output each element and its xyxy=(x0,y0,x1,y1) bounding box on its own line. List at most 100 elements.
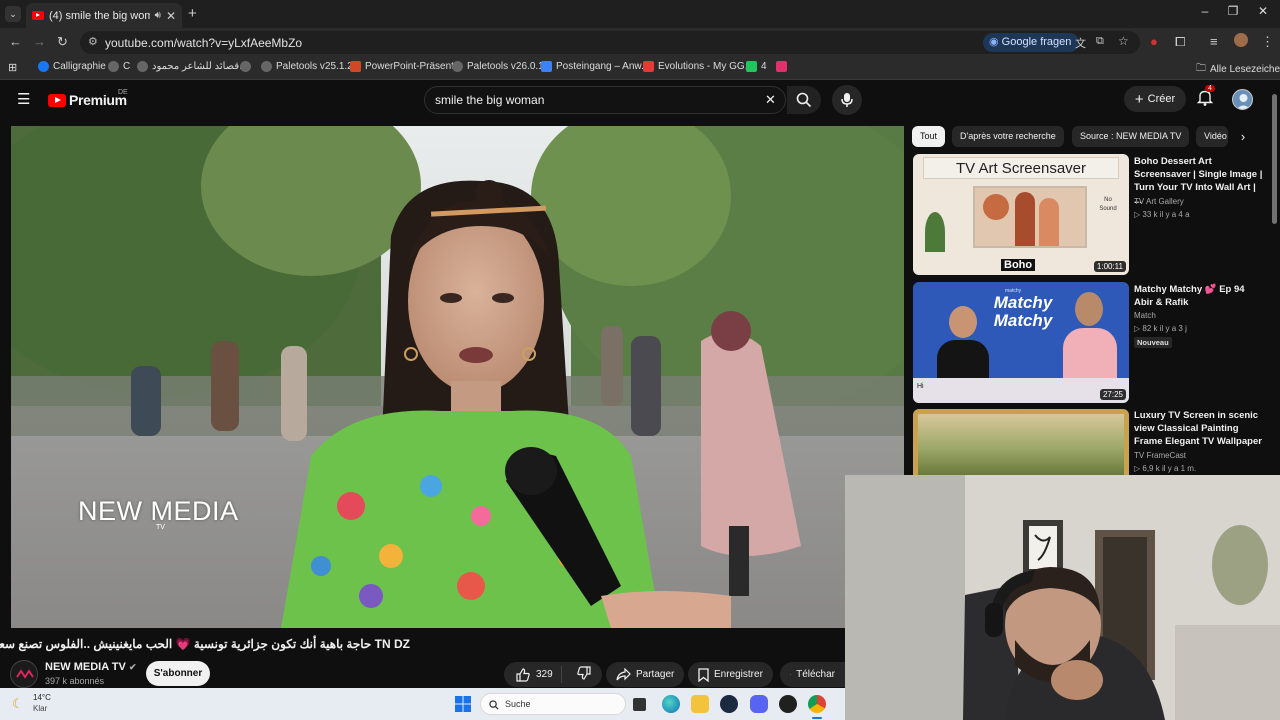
chip-source[interactable]: Source : NEW MEDIA TV xyxy=(1072,126,1190,147)
like-button[interactable]: 329 xyxy=(504,666,562,683)
google-fragen-button[interactable]: ◉ Google fragen xyxy=(983,33,1080,52)
globe-icon xyxy=(240,61,251,72)
forward-arrow-icon[interactable]: → xyxy=(33,34,46,49)
recommendation-meta-3: ▷ 6,9 k il y a 1 m. xyxy=(1134,464,1197,473)
search-box[interactable]: smile the big woman ✕ xyxy=(424,86,786,114)
task-view-icon[interactable] xyxy=(633,698,646,711)
weather-temperature[interactable]: 14°C xyxy=(33,693,51,702)
tab-search-button[interactable]: ⌄ xyxy=(5,6,21,22)
search-button[interactable] xyxy=(787,86,821,114)
windows-taskbar: ☾ 14°C Klar Suche xyxy=(0,688,845,720)
search-icon xyxy=(796,92,812,108)
close-tab-icon[interactable]: ✕ xyxy=(166,9,176,23)
youtube-header: ☰ Premium DE smile the big woman ✕ + Cré… xyxy=(0,80,1268,120)
chip-next-button[interactable]: › xyxy=(1228,126,1258,148)
chrome-icon[interactable] xyxy=(808,695,826,713)
voice-search-button[interactable] xyxy=(832,85,862,115)
puzzle-icon[interactable]: ⧠ xyxy=(1175,34,1185,50)
video-frame xyxy=(11,126,904,628)
recommendation-channel-1[interactable]: TV Art Gallery xyxy=(1134,197,1184,206)
browser-tab-active[interactable]: (4) smile the big woman - Y 🔊︎ ✕ xyxy=(26,3,182,28)
hamburger-menu-icon[interactable]: ☰ xyxy=(17,90,30,108)
bookmark-10[interactable] xyxy=(776,61,787,72)
restore-button[interactable]: ❐ xyxy=(1222,4,1244,24)
scrollbar-thumb[interactable] xyxy=(1272,94,1277,224)
thumb-corner-text: Hi xyxy=(917,383,924,390)
bookmark-6[interactable]: Paletools v26.0.12 xyxy=(452,61,549,72)
edge-icon[interactable] xyxy=(662,695,680,713)
save-button[interactable]: Enregistrer xyxy=(688,662,773,687)
bookmark-5[interactable]: PowerPoint-Präsent... xyxy=(350,61,462,72)
address-bar[interactable]: ⚙ youtube.com/watch?v=yLxfAeeMbZo ◉ Goog… xyxy=(80,31,1140,54)
bookmark-star-icon[interactable]: ☆ xyxy=(1118,34,1129,48)
bookmark-2[interactable]: قصائد للشاعر محمود... xyxy=(137,61,247,72)
account-avatar[interactable] xyxy=(1232,89,1253,110)
discord-icon[interactable] xyxy=(750,695,768,713)
close-window-button[interactable]: ✕ xyxy=(1252,4,1274,24)
reading-list-icon[interactable]: ≡ xyxy=(1210,34,1218,49)
download-icon xyxy=(790,673,792,676)
chip-videos[interactable]: Vidéo xyxy=(1196,126,1228,147)
bookmark-1[interactable]: C xyxy=(108,61,130,72)
clear-search-icon[interactable]: ✕ xyxy=(765,92,776,108)
url-text[interactable]: youtube.com/watch?v=yLxfAeeMbZo xyxy=(105,36,302,50)
apps-grid-icon[interactable]: ⊞ xyxy=(8,61,17,74)
bookmark-8[interactable]: Evolutions - My GG... xyxy=(643,61,753,72)
subscribe-button[interactable]: S'abonner xyxy=(146,661,210,686)
create-button[interactable]: + Créer xyxy=(1124,86,1186,112)
extension-icon[interactable]: ● xyxy=(1150,34,1158,49)
new-badge: Nouveau xyxy=(1134,337,1172,348)
recommendation-channel-3[interactable]: TV FrameCast xyxy=(1134,451,1186,460)
recommendation-title-3[interactable]: Luxury TV Screen in scenic view Classica… xyxy=(1134,409,1264,448)
recommendation-thumbnail-1[interactable]: TV Art Screensaver No Sound Boho 1:00:11 xyxy=(913,154,1129,275)
install-icon[interactable]: ⧉ xyxy=(1096,35,1104,48)
bookmark-9[interactable]: 4 xyxy=(746,61,767,72)
file-explorer-icon[interactable] xyxy=(691,695,709,713)
subscriber-count: 397 k abonnés xyxy=(45,676,105,686)
share-button[interactable]: Partager xyxy=(606,662,685,687)
thumb-heading: TV Art Screensaver xyxy=(923,157,1119,179)
download-button[interactable]: Téléchar xyxy=(780,662,845,687)
recommendation-channel-2[interactable]: Match xyxy=(1134,311,1156,320)
bookmark-0[interactable]: Calligraphie xyxy=(38,61,106,72)
more-menu-icon[interactable]: ⋮ xyxy=(1261,34,1274,50)
youtube-logo[interactable]: Premium xyxy=(48,92,127,108)
steam-icon[interactable] xyxy=(720,695,738,713)
minimize-button[interactable]: – xyxy=(1194,4,1216,24)
bookmark-4[interactable]: Paletools v25.1.23 xyxy=(261,61,358,72)
video-player[interactable]: NEW MEDIA TV xyxy=(11,126,904,628)
dislike-button[interactable] xyxy=(567,666,601,683)
recommendation-thumbnail-3[interactable] xyxy=(913,409,1129,475)
app-icon[interactable] xyxy=(779,695,797,713)
video-title: TN DZ حاجة باهية أنك تكون جزائرية تونسية… xyxy=(0,637,410,651)
thumb-tag: Boho xyxy=(1001,259,1036,271)
instagram-icon xyxy=(776,61,787,72)
microphone-icon xyxy=(841,93,853,107)
channel-avatar[interactable] xyxy=(10,660,38,688)
recommendation-thumbnail-2[interactable]: matchy Matchy Matchy Hi 27:25 xyxy=(913,282,1129,403)
all-bookmarks[interactable]: 🗀 Alle Lesezeichen xyxy=(1196,61,1280,78)
page-scrollbar[interactable] xyxy=(1270,80,1280,475)
start-button[interactable] xyxy=(455,696,471,712)
site-info-icon[interactable]: ⚙ xyxy=(88,35,98,48)
chip-all[interactable]: Tout xyxy=(912,126,946,147)
search-input[interactable]: smile the big woman xyxy=(435,93,544,107)
speaker-icon[interactable]: 🔊︎ xyxy=(155,10,161,21)
webcam-overlay xyxy=(845,475,1280,720)
profile-avatar-icon[interactable] xyxy=(1234,33,1248,47)
translate-icon[interactable]: 文 xyxy=(1075,35,1086,51)
bookmark-7[interactable]: Posteingang – Anw... xyxy=(541,61,649,72)
new-tab-button[interactable]: + xyxy=(188,5,197,22)
notifications-button[interactable]: 4 xyxy=(1196,85,1215,111)
recommendation-title-2[interactable]: Matchy Matchy 💕 Ep 94 Abir & Rafik xyxy=(1134,283,1264,309)
back-arrow-icon[interactable]: ← xyxy=(9,34,22,49)
chip-related[interactable]: D'après votre recherche xyxy=(952,126,1064,147)
reload-icon[interactable]: ↻ xyxy=(57,34,68,50)
channel-name[interactable]: NEW MEDIA TV ✔ xyxy=(45,661,136,673)
taskbar-search[interactable]: Suche xyxy=(480,693,626,715)
bookmark-3[interactable] xyxy=(240,61,251,72)
globe-icon xyxy=(137,61,148,72)
recommendation-meta-2: ▷ 82 k il y a 3 j xyxy=(1134,324,1187,333)
browser-tab-strip: ⌄ (4) smile the big woman - Y 🔊︎ ✕ + – ❐… xyxy=(0,0,1280,28)
thumb-heading: Matchy Matchy xyxy=(993,293,1053,330)
